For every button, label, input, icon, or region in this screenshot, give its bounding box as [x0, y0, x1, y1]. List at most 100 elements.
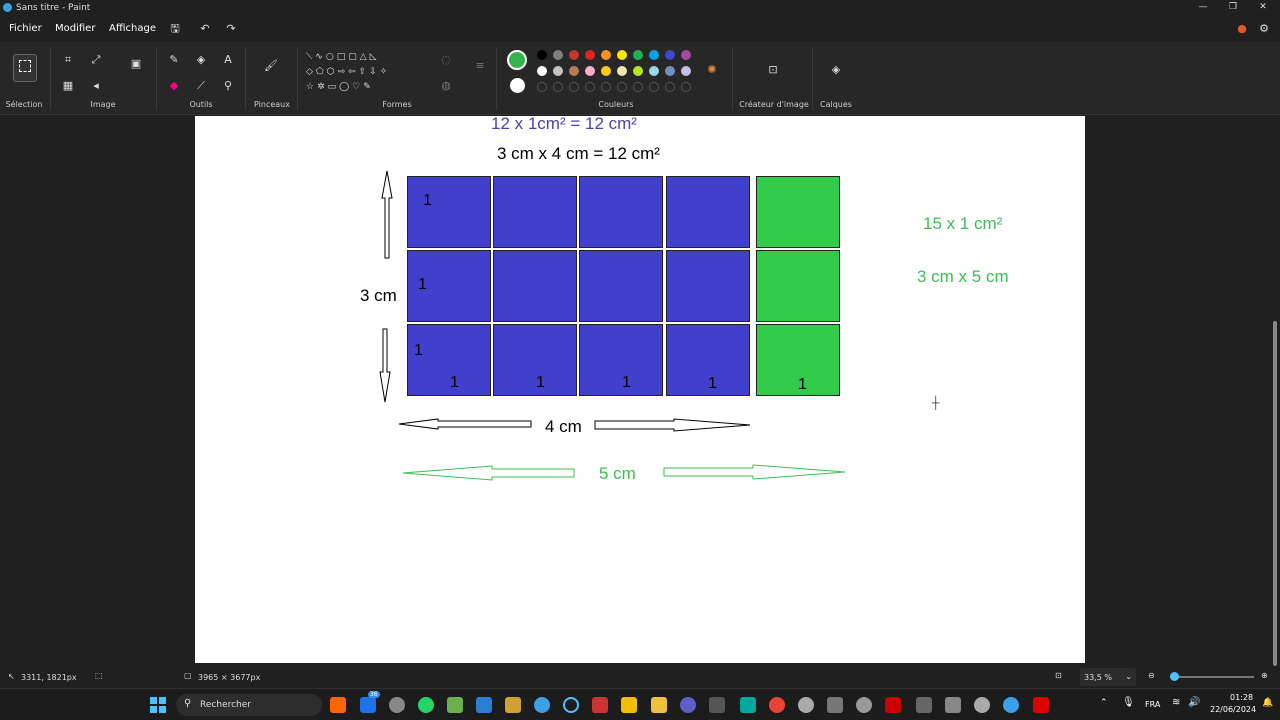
palette-swatch[interactable]: [665, 50, 675, 60]
github-icon[interactable]: [856, 697, 872, 713]
empty-custom-swatch[interactable]: [681, 82, 691, 92]
copilot-icon[interactable]: [798, 697, 814, 713]
power-bi-icon[interactable]: [621, 697, 637, 713]
palette-swatch[interactable]: [617, 50, 627, 60]
palette-swatch[interactable]: [681, 50, 691, 60]
empty-custom-swatch[interactable]: [537, 82, 547, 92]
palette-swatch[interactable]: [537, 66, 547, 76]
outlook-icon[interactable]: 36: [360, 691, 380, 713]
close-button[interactable]: ✕: [1248, 0, 1278, 16]
file-explorer-icon[interactable]: [651, 697, 667, 713]
palette-swatch[interactable]: [553, 50, 563, 60]
edit-colors-icon[interactable]: ✺: [704, 62, 720, 78]
selection-tool-button[interactable]: [13, 54, 37, 82]
palette-swatch[interactable]: [569, 66, 579, 76]
remove-background-icon[interactable]: ▣: [128, 56, 144, 72]
palette-swatch[interactable]: [585, 66, 595, 76]
maximize-button[interactable]: ❐: [1218, 0, 1248, 16]
vertical-scrollbar[interactable]: [1273, 321, 1277, 666]
chevron-up-icon[interactable]: ⌃: [1100, 698, 1108, 708]
zoom-out-icon[interactable]: ⊖: [1148, 671, 1155, 680]
palette-swatch[interactable]: [537, 50, 547, 60]
clock-time[interactable]: 01:28: [1230, 693, 1253, 702]
menu-file[interactable]: Fichier: [9, 23, 42, 34]
empty-custom-swatch[interactable]: [649, 82, 659, 92]
reader-icon[interactable]: [740, 697, 756, 713]
image-creator-icon[interactable]: ⊡: [765, 62, 781, 78]
empty-custom-swatch[interactable]: [585, 82, 595, 92]
store-icon[interactable]: [827, 697, 843, 713]
app-icon-red[interactable]: [592, 697, 608, 713]
palette-swatch[interactable]: [569, 50, 579, 60]
edge-icon[interactable]: [1003, 697, 1019, 713]
settings-gear-icon[interactable]: ⚙: [1256, 21, 1272, 37]
zoom-slider-thumb[interactable]: [1170, 672, 1179, 681]
teams-icon[interactable]: [680, 697, 696, 713]
notifications-icon[interactable]: 🔔: [1262, 698, 1273, 708]
account-icon[interactable]: ●: [1234, 21, 1250, 37]
browser-icon[interactable]: [974, 697, 990, 713]
palette-swatch[interactable]: [665, 66, 675, 76]
layers-icon[interactable]: ◈: [828, 62, 844, 78]
palette-swatch[interactable]: [681, 66, 691, 76]
save-icon[interactable]: 🖫: [167, 21, 183, 37]
palette-swatch[interactable]: [649, 66, 659, 76]
primary-color-swatch[interactable]: [507, 50, 527, 70]
palette-swatch[interactable]: [601, 66, 611, 76]
resize-icon[interactable]: ⤢: [88, 52, 104, 68]
shape-size-icon[interactable]: ≡: [472, 58, 488, 74]
empty-custom-swatch[interactable]: [617, 82, 627, 92]
empty-custom-swatch[interactable]: [569, 82, 579, 92]
chrome-icon[interactable]: [769, 697, 785, 713]
wifi-icon[interactable]: ≋: [1172, 697, 1180, 708]
whatsapp-icon[interactable]: [418, 697, 434, 713]
menu-view[interactable]: Affichage: [109, 23, 156, 34]
tablet-icon[interactable]: [916, 697, 932, 713]
vlc-icon[interactable]: [330, 697, 346, 713]
zoom-dropdown[interactable]: 33,5 % ⌄: [1080, 668, 1136, 686]
palette-swatch[interactable]: [617, 66, 627, 76]
keyboard-icon[interactable]: [709, 697, 725, 713]
undo-icon[interactable]: ↶: [197, 21, 213, 37]
palette-swatch[interactable]: [585, 50, 595, 60]
brush-icon[interactable]: 🖌: [263, 58, 279, 74]
color-picker-icon[interactable]: ⟋: [193, 78, 209, 94]
empty-custom-swatch[interactable]: [665, 82, 675, 92]
snipping-tool-icon[interactable]: [505, 697, 521, 713]
zoom-slider[interactable]: [1170, 672, 1254, 681]
microphone-icon[interactable]: 🎙: [1122, 697, 1135, 708]
secondary-color-swatch[interactable]: [510, 78, 525, 93]
clock-date[interactable]: 22/06/2024: [1210, 705, 1256, 714]
recorder-icon[interactable]: [885, 697, 901, 713]
cortana-icon[interactable]: [563, 697, 579, 713]
palette-swatch[interactable]: [633, 66, 643, 76]
taskbar-search-box[interactable]: ⚲ Rechercher: [176, 694, 322, 716]
zoom-in-icon[interactable]: ⊕: [1261, 671, 1268, 680]
calculator-icon[interactable]: [945, 697, 961, 713]
empty-custom-swatch[interactable]: [601, 82, 611, 92]
shape-outline-icon[interactable]: ◌: [438, 52, 454, 68]
redo-icon[interactable]: ↷: [223, 21, 239, 37]
empty-custom-swatch[interactable]: [633, 82, 643, 92]
settings-icon[interactable]: [389, 697, 405, 713]
crop-icon[interactable]: ⌗: [60, 52, 76, 68]
palette-swatch[interactable]: [633, 50, 643, 60]
text-tool-icon[interactable]: A: [220, 52, 236, 68]
minimize-button[interactable]: —: [1188, 0, 1218, 16]
fill-bucket-icon[interactable]: ◈: [193, 52, 209, 68]
drawing-canvas[interactable]: 12 x 1cm² = 12 cm² 3 cm x 4 cm = 12 cm² …: [195, 116, 1085, 663]
menu-edit[interactable]: Modifier: [55, 23, 95, 34]
eraser-icon[interactable]: ◆: [166, 78, 182, 94]
empty-custom-swatch[interactable]: [553, 82, 563, 92]
image-select-icon[interactable]: ▦: [60, 78, 76, 94]
rotate-icon[interactable]: ◂: [88, 78, 104, 94]
magnifier-icon[interactable]: ⚲: [220, 78, 236, 94]
palette-swatch[interactable]: [601, 50, 611, 60]
acrobat-icon[interactable]: [1033, 697, 1049, 713]
windows-start-icon[interactable]: [150, 697, 166, 713]
vscode-icon[interactable]: [476, 697, 492, 713]
paint-taskbar-icon[interactable]: [534, 697, 550, 713]
palette-swatch[interactable]: [553, 66, 563, 76]
volume-icon[interactable]: 🔊: [1188, 697, 1200, 708]
shape-fill-icon[interactable]: ◍: [438, 78, 454, 94]
